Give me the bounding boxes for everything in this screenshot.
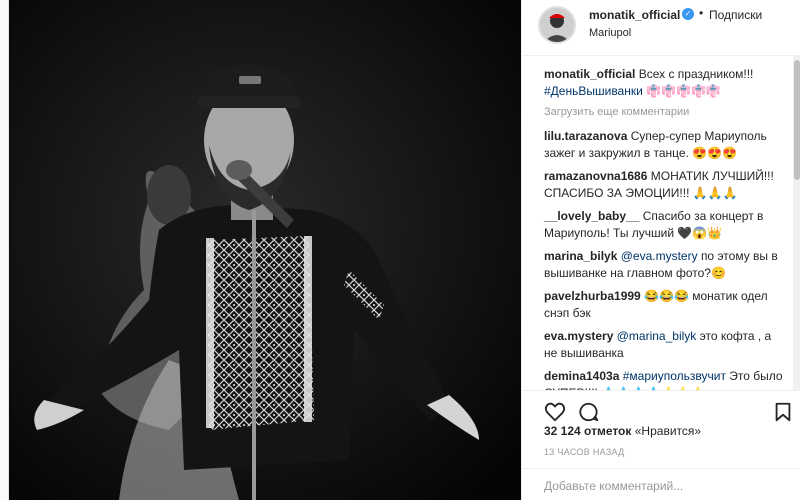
comment-username[interactable]: __lovely_baby__ [544, 209, 639, 223]
comment-icon[interactable] [578, 401, 600, 423]
post-photo[interactable] [9, 0, 521, 500]
add-comment-input[interactable] [544, 477, 784, 495]
follow-button[interactable]: Подписки [709, 8, 762, 22]
comment-username[interactable]: eva.mystery [544, 329, 613, 343]
post-timestamp: 13 ЧАСОВ НАЗАД [544, 447, 625, 457]
caption: monatik_official Всех с праздником!!! #Д… [544, 66, 784, 100]
likes-count[interactable]: 32 124 отметок «Нравится» [544, 424, 701, 438]
comment-username[interactable]: marina_bilyk [544, 249, 617, 263]
comments-list: monatik_official Всех с праздником!!! #Д… [522, 56, 794, 390]
comment-item: pavelzhurba1999 😂😂😂 монатик одел снэп бэ… [544, 288, 784, 322]
likes-number: 32 124 отметок [544, 424, 632, 438]
comment-item: __lovely_baby__ Спасибо за концерт в Мар… [544, 208, 784, 242]
comment-item: lilu.tarazanova Супер-супер Мариуполь за… [544, 128, 784, 162]
post-header: monatik_official ✓ • Подписки Mariupol [522, 0, 800, 56]
likes-label: «Нравится» [634, 424, 702, 438]
location-link[interactable]: Mariupol [589, 27, 631, 39]
post-side-panel: monatik_official ✓ • Подписки Mariupol m… [521, 0, 800, 500]
comment-username[interactable]: lilu.tarazanova [544, 129, 627, 143]
heart-icon[interactable] [544, 401, 566, 423]
comment-item: ramazanovna1686 МОНАТИК ЛУЧШИЙ!!! СПАСИБ… [544, 168, 784, 202]
comments-scrollbar[interactable] [793, 56, 800, 390]
add-comment-area [522, 468, 800, 500]
comment-username[interactable]: ramazanovna1686 [544, 169, 647, 183]
comment-item: eva.mystery @marina_bilyk это кофта , а … [544, 328, 784, 362]
header-username[interactable]: monatik_official [589, 8, 680, 22]
caption-username[interactable]: monatik_official [544, 67, 635, 81]
comment-username[interactable]: demina1403a [544, 369, 619, 383]
instagram-post: monatik_official ✓ • Подписки Mariupol m… [8, 0, 800, 500]
scrollbar-thumb[interactable] [794, 60, 800, 180]
performer-photo-illustration [9, 0, 521, 500]
caption-emoji: 👘👘👘👘👘 [646, 84, 721, 98]
bookmark-icon[interactable] [772, 401, 794, 423]
comment-hashtag[interactable]: #мариупользвучит [623, 369, 726, 383]
comment-item: marina_bilyk @eva.mystery по этому вы в … [544, 248, 784, 282]
comment-username[interactable]: pavelzhurba1999 [544, 289, 641, 303]
comment-item: demina1403a #мариупользвучит Это было СУ… [544, 368, 784, 390]
caption-hashtag[interactable]: #ДеньВышиванки [544, 84, 643, 98]
header-separator: • [699, 6, 704, 20]
load-more-comments-button[interactable]: Загрузить еще комментарии [544, 106, 794, 118]
caption-text: Всех с праздником!!! [638, 67, 754, 81]
comment-mention[interactable]: @eva.mystery [621, 249, 698, 263]
verified-badge-icon: ✓ [682, 8, 694, 20]
comment-mention[interactable]: @marina_bilyk [617, 329, 697, 343]
avatar[interactable] [538, 6, 576, 44]
avatar-image [540, 8, 574, 42]
